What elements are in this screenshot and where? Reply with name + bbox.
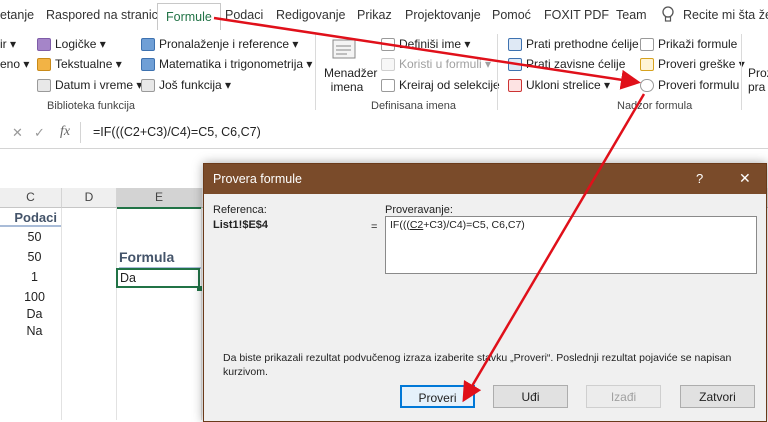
arrow-evaluate-to-proveri <box>462 93 646 403</box>
arrow-formule-to-evaluate <box>213 16 641 90</box>
annotation-arrows <box>213 16 646 403</box>
